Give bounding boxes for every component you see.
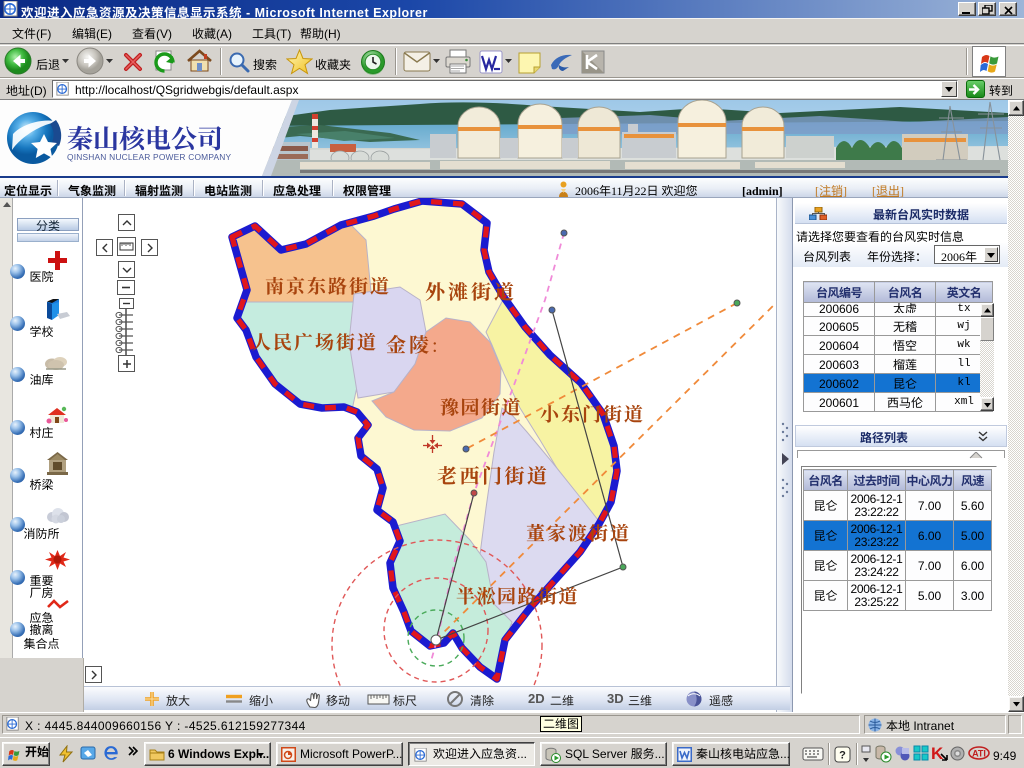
svg-text:?: ? bbox=[839, 750, 846, 762]
svg-text:秦山核电公司: 秦山核电公司 bbox=[67, 119, 223, 156]
svg-text:半淞园路街道: 半淞园路街道 bbox=[456, 582, 579, 609]
svg-text:外滩街道: 外滩街道 bbox=[425, 276, 517, 305]
svg-text:南京东路街道: 南京东路街道 bbox=[265, 272, 391, 299]
svg-text:QINSHAN NUCLEAR POWER COMPANY: QINSHAN NUCLEAR POWER COMPANY bbox=[67, 152, 232, 162]
svg-text:人民广场街道: 人民广场街道 bbox=[252, 328, 378, 355]
svg-text:ATI: ATI bbox=[972, 749, 986, 759]
svg-text:金陵:: 金陵: bbox=[386, 329, 441, 358]
svg-text:豫园街道: 豫园街道 bbox=[440, 393, 522, 420]
svg-text:小东门街道: 小东门街道 bbox=[540, 400, 645, 427]
svg-text:老西门街道: 老西门街道 bbox=[437, 460, 550, 489]
svg-text:董家渡街道: 董家渡街道 bbox=[526, 519, 631, 546]
